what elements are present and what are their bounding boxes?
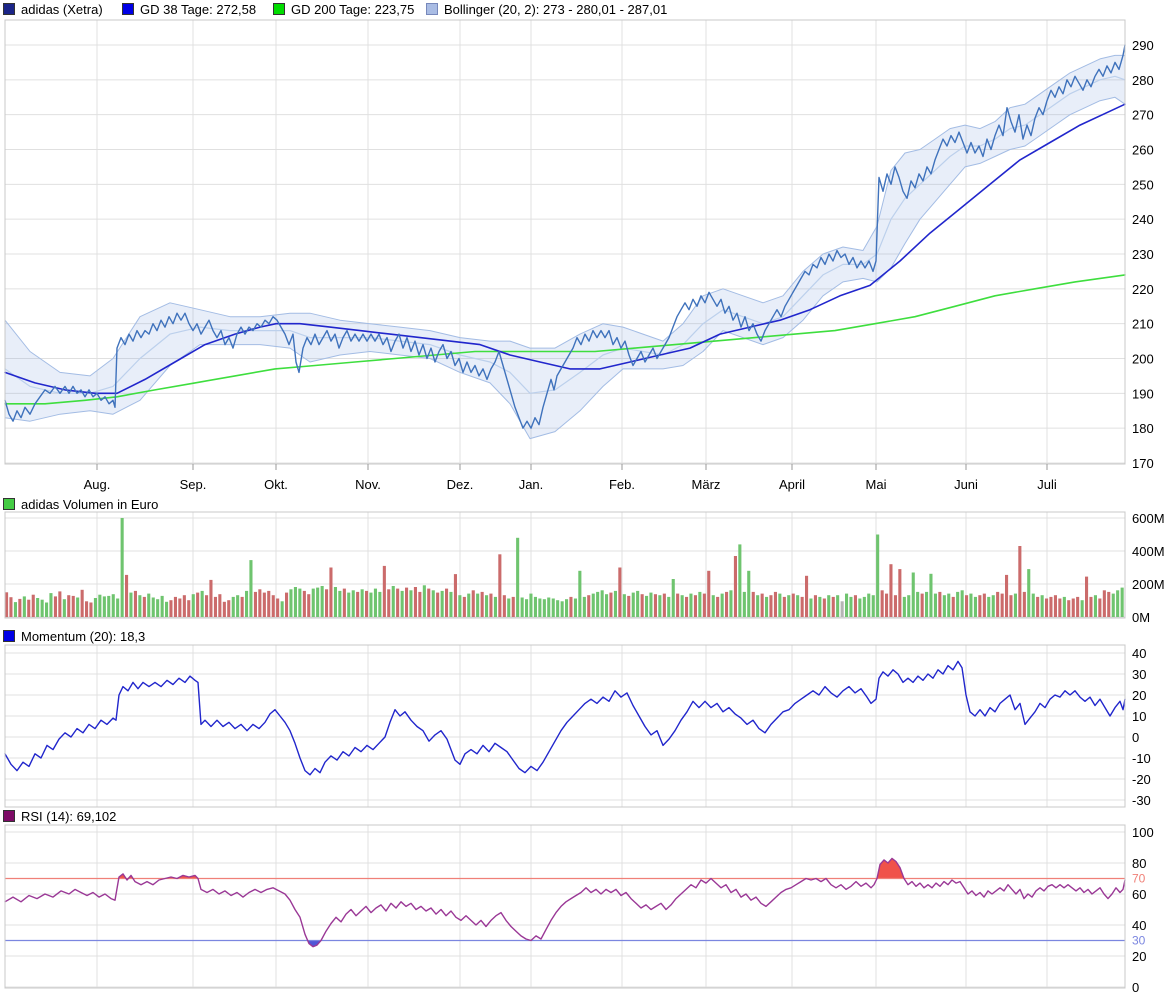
stock-chart-page: 170 180 190 200 210 220 230 240 250 260 270 280 290 A… bbox=[0, 0, 1175, 994]
svg-text:30: 30 bbox=[1132, 934, 1146, 948]
legend-label-gd200: GD 200 Tage: 223,75 bbox=[291, 1, 415, 17]
svg-text:40: 40 bbox=[1132, 646, 1146, 661]
gd38-series-swatch bbox=[122, 3, 134, 15]
svg-text:250: 250 bbox=[1132, 177, 1154, 192]
svg-text:220: 220 bbox=[1132, 282, 1154, 297]
svg-text:30: 30 bbox=[1132, 667, 1146, 682]
momentum-title-label: Momentum (20): 18,3 bbox=[21, 628, 146, 644]
svg-text:190: 190 bbox=[1132, 386, 1154, 401]
svg-text:20: 20 bbox=[1132, 688, 1146, 703]
svg-text:40: 40 bbox=[1132, 918, 1146, 933]
svg-text:Nov.: Nov. bbox=[355, 477, 381, 492]
svg-text:180: 180 bbox=[1132, 421, 1154, 436]
svg-text:-10: -10 bbox=[1132, 751, 1151, 766]
price-series-swatch bbox=[3, 3, 15, 15]
svg-text:März: März bbox=[692, 477, 721, 492]
svg-text:Feb.: Feb. bbox=[609, 477, 635, 492]
svg-text:Sep.: Sep. bbox=[180, 477, 207, 492]
svg-text:210: 210 bbox=[1132, 317, 1154, 332]
legend-label-gd38: GD 38 Tage: 272,58 bbox=[140, 1, 257, 17]
svg-text:270: 270 bbox=[1132, 108, 1154, 123]
svg-text:400M: 400M bbox=[1132, 544, 1165, 559]
momentum-series-swatch bbox=[3, 630, 15, 642]
svg-text:600M: 600M bbox=[1132, 511, 1165, 526]
svg-text:20: 20 bbox=[1132, 949, 1146, 964]
svg-text:Juni: Juni bbox=[954, 477, 978, 492]
svg-text:200: 200 bbox=[1132, 352, 1154, 367]
svg-text:230: 230 bbox=[1132, 247, 1154, 262]
rsi-panel-title: RSI (14): 69,102 bbox=[3, 808, 117, 824]
svg-text:60: 60 bbox=[1132, 887, 1146, 902]
svg-text:Dez.: Dez. bbox=[447, 477, 474, 492]
svg-text:260: 260 bbox=[1132, 143, 1154, 158]
svg-text:200M: 200M bbox=[1132, 577, 1165, 592]
momentum-panel-title: Momentum (20): 18,3 bbox=[3, 628, 146, 644]
volume-title-label: adidas Volumen in Euro bbox=[21, 496, 159, 512]
svg-text:0: 0 bbox=[1132, 980, 1139, 994]
svg-text:April: April bbox=[779, 477, 805, 492]
legend-item-bollinger: Bollinger (20, 2): 273 - 280,01 - 287,01 bbox=[426, 1, 668, 17]
svg-text:100: 100 bbox=[1132, 825, 1154, 840]
svg-text:-30: -30 bbox=[1132, 793, 1151, 808]
svg-text:0: 0 bbox=[1132, 730, 1139, 745]
chart-canvas[interactable]: 170180190200210220230240250260270280290A… bbox=[0, 0, 1175, 994]
svg-text:-20: -20 bbox=[1132, 772, 1151, 787]
bollinger-series-swatch bbox=[426, 3, 438, 15]
svg-text:240: 240 bbox=[1132, 212, 1154, 227]
svg-text:80: 80 bbox=[1132, 856, 1146, 871]
volume-panel-title: adidas Volumen in Euro bbox=[3, 496, 159, 512]
svg-text:Jan.: Jan. bbox=[519, 477, 544, 492]
rsi-series-swatch bbox=[3, 810, 15, 822]
svg-text:Aug.: Aug. bbox=[84, 477, 111, 492]
legend-label-price: adidas (Xetra) bbox=[21, 1, 103, 17]
legend-label-bollinger: Bollinger (20, 2): 273 - 280,01 - 287,01 bbox=[444, 1, 668, 17]
legend-item-price: adidas (Xetra) bbox=[3, 1, 103, 17]
svg-text:0M: 0M bbox=[1132, 610, 1150, 625]
svg-text:280: 280 bbox=[1132, 73, 1154, 88]
svg-text:Juli: Juli bbox=[1037, 477, 1057, 492]
svg-text:290: 290 bbox=[1132, 38, 1154, 53]
svg-text:Mai: Mai bbox=[866, 477, 887, 492]
legend-item-gd38: GD 38 Tage: 272,58 bbox=[122, 1, 257, 17]
rsi-title-label: RSI (14): 69,102 bbox=[21, 808, 117, 824]
legend-item-gd200: GD 200 Tage: 223,75 bbox=[273, 1, 415, 17]
svg-text:Okt.: Okt. bbox=[264, 477, 288, 492]
svg-text:10: 10 bbox=[1132, 709, 1146, 724]
gd200-series-swatch bbox=[273, 3, 285, 15]
volume-series-swatch bbox=[3, 498, 15, 510]
svg-text:70: 70 bbox=[1132, 872, 1146, 886]
svg-text:170: 170 bbox=[1132, 456, 1154, 471]
